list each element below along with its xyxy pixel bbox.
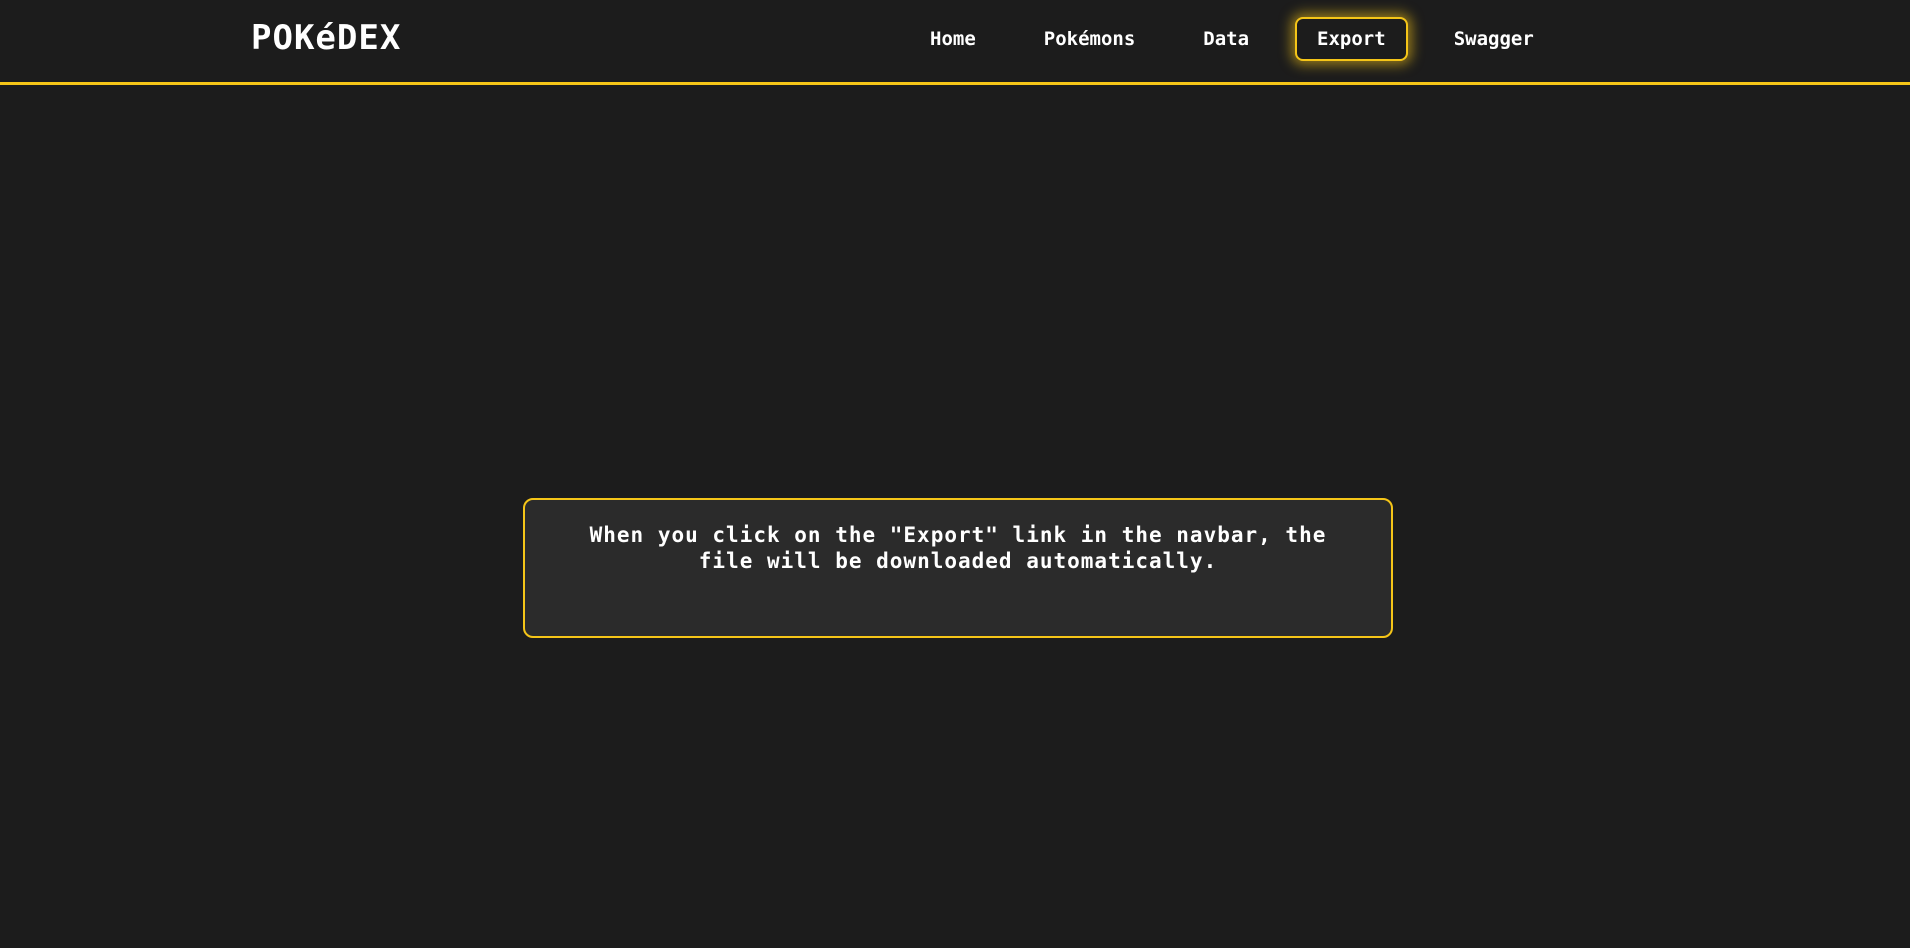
nav-links: Home Pokémons Data Export Swagger — [896, 17, 1568, 61]
nav-item-home[interactable]: Home — [908, 17, 998, 61]
nav-item-data[interactable]: Data — [1181, 17, 1271, 61]
nav-item-swagger[interactable]: Swagger — [1432, 17, 1556, 61]
nav-item-export[interactable]: Export — [1295, 17, 1408, 61]
export-info-box: When you click on the "Export" link in t… — [523, 498, 1393, 638]
export-info-message: When you click on the "Export" link in t… — [589, 523, 1327, 573]
nav-item-pokemons[interactable]: Pokémons — [1022, 17, 1158, 61]
navbar: POKéDEX Home Pokémons Data Export Swagge… — [0, 0, 1910, 85]
logo[interactable]: POKéDEX — [251, 18, 401, 58]
